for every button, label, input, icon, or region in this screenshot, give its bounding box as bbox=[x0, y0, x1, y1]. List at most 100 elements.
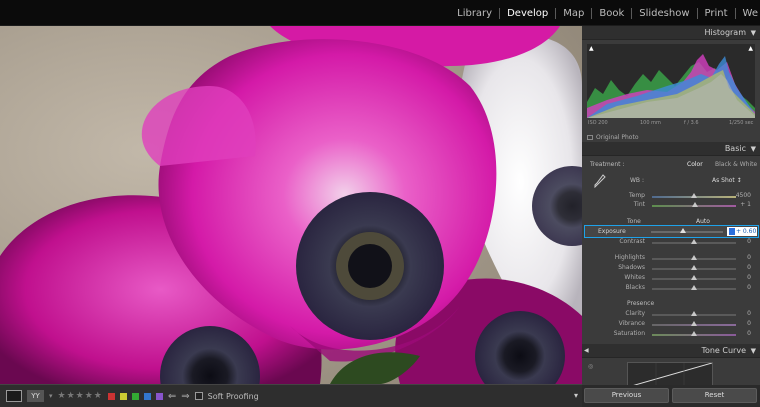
whites-slider-row: Whites 0 bbox=[582, 274, 760, 283]
module-slideshow[interactable]: Slideshow bbox=[632, 8, 696, 19]
contrast-value[interactable]: 0 bbox=[747, 238, 751, 245]
clarity-value[interactable]: 0 bbox=[747, 310, 751, 317]
saturation-value[interactable]: 0 bbox=[747, 330, 751, 337]
tint-slider-row: Tint + 1 bbox=[582, 201, 760, 210]
saturation-knob[interactable] bbox=[691, 331, 697, 336]
vibrance-value[interactable]: 0 bbox=[747, 320, 751, 327]
highlights-value[interactable]: 0 bbox=[747, 254, 751, 261]
collapse-triangle-icon[interactable]: ▼ bbox=[751, 145, 756, 153]
collapse-triangle-icon[interactable]: ▼ bbox=[751, 347, 756, 355]
shadows-knob[interactable] bbox=[691, 265, 697, 270]
temp-slider-row: Temp 4500 bbox=[582, 192, 760, 201]
previous-photo-icon[interactable]: ⇐ bbox=[168, 391, 176, 402]
temp-value[interactable]: 4500 bbox=[736, 192, 751, 199]
histogram-header[interactable]: Histogram ▼ bbox=[582, 26, 760, 40]
treatment-color-option[interactable]: Color bbox=[687, 161, 703, 168]
shadow-clipping-icon[interactable]: ▲ bbox=[589, 45, 594, 52]
module-book[interactable]: Book bbox=[592, 8, 631, 19]
exposure-slider-row: Exposure + 0.60 bbox=[584, 225, 759, 238]
color-label-red[interactable] bbox=[107, 392, 115, 400]
view-dropdown-icon[interactable]: ▾ bbox=[49, 392, 53, 400]
module-web[interactable]: We bbox=[736, 8, 760, 19]
loupe-view-icon[interactable] bbox=[6, 390, 22, 402]
module-bar: Library Develop Map Book Slideshow Print… bbox=[0, 0, 760, 26]
exposure-value: + 0.60 bbox=[736, 228, 757, 235]
clarity-slider-row: Clarity 0 bbox=[582, 310, 760, 319]
exposure-value-field[interactable]: + 0.60 bbox=[727, 227, 757, 236]
bottom-toolbar: YY ▾ ★★★★★ ⇐ ⇒ Soft Proofing ▾ bbox=[0, 384, 582, 407]
shadows-slider-row: Shadows 0 bbox=[582, 264, 760, 273]
module-print[interactable]: Print bbox=[698, 8, 735, 19]
photo-canvas[interactable] bbox=[0, 26, 582, 384]
previous-button[interactable]: Previous bbox=[584, 388, 669, 403]
original-photo-label: Original Photo bbox=[596, 134, 639, 141]
whites-knob[interactable] bbox=[691, 275, 697, 280]
expand-left-triangle-icon[interactable]: ◀ bbox=[584, 347, 589, 354]
reset-button[interactable]: Reset bbox=[672, 388, 757, 403]
presence-label: Presence bbox=[627, 300, 655, 307]
tone-curve-line bbox=[627, 362, 713, 388]
tint-value[interactable]: + 1 bbox=[740, 201, 751, 208]
basic-panel-header[interactable]: Basic ▼ bbox=[582, 142, 760, 156]
anemone-photo bbox=[0, 26, 582, 384]
color-label-green[interactable] bbox=[131, 392, 139, 400]
color-label-purple[interactable] bbox=[155, 392, 163, 400]
soft-proofing-checkbox[interactable] bbox=[194, 392, 203, 400]
module-library[interactable]: Library bbox=[450, 8, 499, 19]
highlights-knob[interactable] bbox=[691, 255, 697, 260]
basic-panel-title: Basic bbox=[724, 144, 746, 153]
color-label-blue[interactable] bbox=[143, 392, 151, 400]
text-cursor bbox=[729, 228, 735, 235]
whites-label: Whites bbox=[624, 274, 645, 281]
target-adjustment-icon[interactable]: ◎ bbox=[588, 363, 593, 370]
saturation-slider-row: Saturation 0 bbox=[582, 330, 760, 339]
contrast-slider-row: Contrast 0 bbox=[582, 238, 760, 247]
color-label-yellow[interactable] bbox=[119, 392, 127, 400]
original-photo-icon bbox=[587, 135, 593, 140]
vibrance-knob[interactable] bbox=[691, 321, 697, 326]
blacks-value[interactable]: 0 bbox=[747, 284, 751, 291]
exposure-knob[interactable] bbox=[680, 228, 686, 233]
wb-label: WB : bbox=[630, 177, 644, 184]
blacks-slider-row: Blacks 0 bbox=[582, 284, 760, 293]
vibrance-label: Vibrance bbox=[618, 320, 645, 327]
tone-curve-header[interactable]: ◀ Tone Curve ▼ bbox=[582, 344, 760, 358]
vibrance-slider-row: Vibrance 0 bbox=[582, 320, 760, 329]
blacks-knob[interactable] bbox=[691, 285, 697, 290]
shadows-value[interactable]: 0 bbox=[747, 264, 751, 271]
wb-select[interactable]: As Shot ↕ bbox=[712, 177, 742, 184]
panel-button-bar: Previous Reset bbox=[582, 385, 760, 407]
module-map[interactable]: Map bbox=[556, 8, 591, 19]
next-photo-icon[interactable]: ⇒ bbox=[181, 391, 189, 402]
temp-knob[interactable] bbox=[691, 193, 697, 198]
exif-iso: ISO 200 bbox=[588, 120, 608, 126]
tint-label: Tint bbox=[633, 201, 645, 208]
tint-knob[interactable] bbox=[692, 202, 698, 207]
develop-right-panel: Histogram ▼ ▲ ▲ ISO 200 100 mm f / 3.6 1… bbox=[582, 26, 760, 407]
highlights-label: Highlights bbox=[614, 254, 645, 261]
exposure-track[interactable] bbox=[651, 231, 723, 233]
exif-focal-length: 100 mm bbox=[640, 120, 661, 126]
rating-stars[interactable]: ★★★★★ bbox=[58, 391, 103, 401]
highlight-clipping-icon[interactable]: ▲ bbox=[748, 45, 753, 52]
contrast-label: Contrast bbox=[619, 238, 645, 245]
clarity-knob[interactable] bbox=[691, 311, 697, 316]
before-after-view-button[interactable]: YY bbox=[27, 390, 44, 402]
histogram-graph bbox=[587, 54, 755, 118]
contrast-knob[interactable] bbox=[691, 239, 697, 244]
exif-aperture: f / 3.6 bbox=[684, 120, 699, 126]
soft-proofing-label: Soft Proofing bbox=[207, 391, 259, 401]
saturation-label: Saturation bbox=[613, 330, 645, 337]
toolbar-menu-icon[interactable]: ▾ bbox=[574, 391, 578, 400]
auto-tone-button[interactable]: Auto bbox=[696, 218, 710, 225]
whites-value[interactable]: 0 bbox=[747, 274, 751, 281]
highlights-slider-row: Highlights 0 bbox=[582, 254, 760, 263]
collapse-triangle-icon[interactable]: ▼ bbox=[751, 29, 756, 37]
module-develop[interactable]: Develop bbox=[500, 8, 555, 19]
clarity-label: Clarity bbox=[625, 310, 645, 317]
white-balance-eyedropper-icon[interactable] bbox=[594, 174, 606, 188]
blacks-label: Blacks bbox=[625, 284, 645, 291]
tone-curve-title: Tone Curve bbox=[701, 346, 746, 355]
exif-shutter: 1/250 sec bbox=[729, 120, 754, 126]
treatment-bw-option[interactable]: Black & White bbox=[715, 161, 757, 168]
